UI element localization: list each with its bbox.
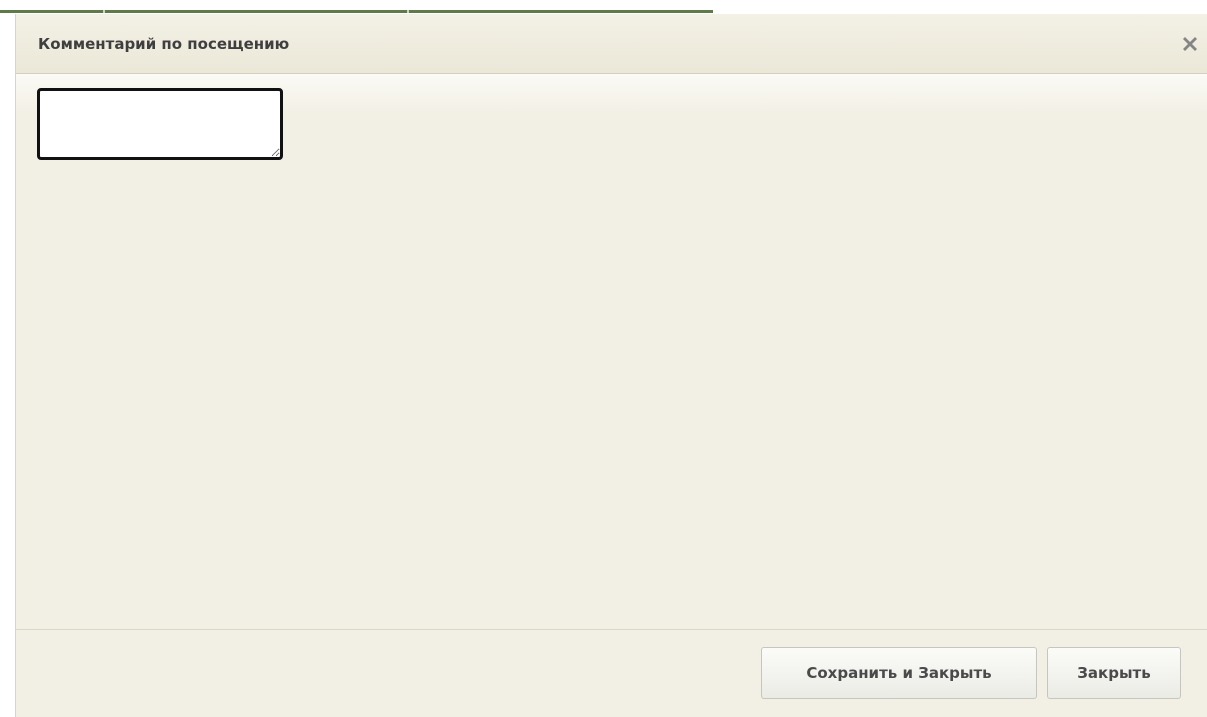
visit-comment-dialog: Комментарий по посещению Сохранить и Зак… <box>15 14 1207 717</box>
close-icon[interactable] <box>1179 32 1201 54</box>
background-tab-underline <box>0 10 103 13</box>
dialog-title: Комментарий по посещению <box>38 35 290 53</box>
background-tab-underline <box>409 10 713 13</box>
dialog-footer: Сохранить и Закрыть Закрыть <box>16 629 1207 717</box>
background-tab-strip <box>0 0 1207 14</box>
save-and-close-button[interactable]: Сохранить и Закрыть <box>761 647 1037 699</box>
comment-textarea[interactable] <box>37 88 283 160</box>
dialog-body <box>16 74 1207 629</box>
comment-field-wrapper <box>37 88 283 160</box>
dialog-header: Комментарий по посещению <box>16 14 1207 74</box>
close-button[interactable]: Закрыть <box>1047 647 1181 699</box>
background-tab-underline <box>105 10 407 13</box>
